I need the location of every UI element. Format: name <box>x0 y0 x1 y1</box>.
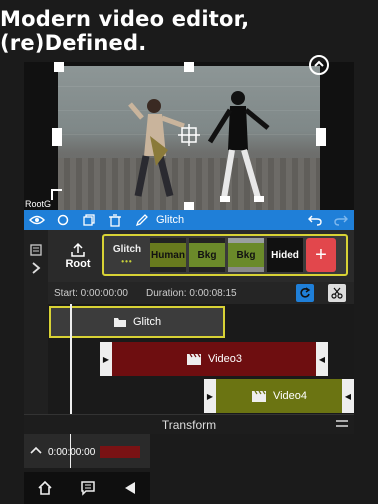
mini-timeline[interactable]: 0:00:00:00 <box>24 434 150 468</box>
redo-icon[interactable] <box>328 210 354 230</box>
trim-handle-right[interactable]: ◀ <box>342 379 354 413</box>
side-panel-strip <box>24 230 48 414</box>
layer-chip-hided[interactable]: Hided <box>267 238 303 272</box>
pencil-icon[interactable] <box>128 210 154 230</box>
upload-icon <box>71 242 85 257</box>
start-time: Start: 0:00:00:00 <box>54 288 128 299</box>
dancer-right <box>207 91 270 202</box>
corner-bracket-icon <box>51 189 62 200</box>
clapperboard-icon <box>186 353 201 365</box>
duration: Duration: 0:00:08:15 <box>146 288 237 299</box>
chat-icon[interactable] <box>80 480 96 496</box>
root-layer-button[interactable]: Root <box>56 236 100 276</box>
folder-icon <box>113 318 126 327</box>
handle-left[interactable] <box>52 128 62 146</box>
trash-icon[interactable] <box>102 210 128 230</box>
handle-top-left[interactable] <box>54 62 64 72</box>
layer-chip-bkg-2[interactable]: Bkg <box>228 238 264 272</box>
split-button[interactable] <box>328 284 346 302</box>
track-video3[interactable]: ▶ Video3 ◀ <box>100 342 328 376</box>
promo-headline: Modern video editor, (re)Defined. <box>0 7 250 55</box>
playhead[interactable] <box>70 304 72 414</box>
chevron-up-icon[interactable] <box>30 446 42 454</box>
duplicate-icon[interactable] <box>76 210 102 230</box>
trim-handle-left[interactable]: ▶ <box>100 342 112 376</box>
back-icon[interactable] <box>123 480 137 496</box>
layer-chip-glitch[interactable]: Glitch ••• <box>107 238 147 272</box>
layer-toolbar: Glitch <box>24 210 354 230</box>
handle-bottom-center[interactable] <box>184 202 194 210</box>
layer-chip-bkg-1[interactable]: Bkg <box>189 238 225 272</box>
layers-panel-icon[interactable] <box>30 244 42 256</box>
loop-button[interactable] <box>296 284 314 302</box>
video-preview[interactable] <box>24 55 354 210</box>
layer-chips: Glitch ••• Human Bkg Bkg Hided + <box>102 234 348 276</box>
chevron-right-icon[interactable] <box>31 262 41 274</box>
undo-icon[interactable] <box>302 210 328 230</box>
bottom-nav <box>24 472 150 504</box>
clip-info-row: Start: 0:00:00:00 Duration: 0:00:08:15 <box>48 282 354 304</box>
transform-panel-header[interactable]: Transform <box>24 414 354 434</box>
track-video4[interactable]: ▶ Video4 ◀ <box>204 379 354 413</box>
handle-right[interactable] <box>316 128 326 146</box>
lower-panel <box>150 434 378 504</box>
selected-layer-name: Glitch <box>156 214 185 226</box>
trim-handle-left[interactable]: ▶ <box>204 379 216 413</box>
preview-root-label: RootG <box>25 199 52 209</box>
loop-icon <box>300 287 311 298</box>
circle-icon[interactable] <box>50 210 76 230</box>
mini-clip <box>100 446 140 458</box>
add-layer-button[interactable]: + <box>306 238 336 272</box>
trim-handle-right[interactable]: ◀ <box>316 342 328 376</box>
mini-time: 0:00:00:00 <box>48 447 96 458</box>
handle-top-center[interactable] <box>184 62 194 72</box>
anchor-crosshair-icon[interactable] <box>178 124 200 146</box>
eye-icon[interactable] <box>24 210 50 230</box>
layer-chip-human[interactable]: Human <box>150 238 186 272</box>
menu-icon[interactable] <box>336 419 348 429</box>
home-icon[interactable] <box>37 480 53 496</box>
clapperboard-icon <box>251 390 266 402</box>
scissors-icon <box>331 287 343 299</box>
track-glitch[interactable]: Glitch <box>49 306 225 338</box>
rotate-handle-icon[interactable] <box>308 54 330 76</box>
timeline[interactable]: Glitch ▶ Video3 ◀ ▶ Video4 ◀ <box>48 304 354 414</box>
layer-bar: Root Glitch ••• Human Bkg Bkg Hided + <box>48 230 354 282</box>
dancer-left <box>128 99 185 197</box>
